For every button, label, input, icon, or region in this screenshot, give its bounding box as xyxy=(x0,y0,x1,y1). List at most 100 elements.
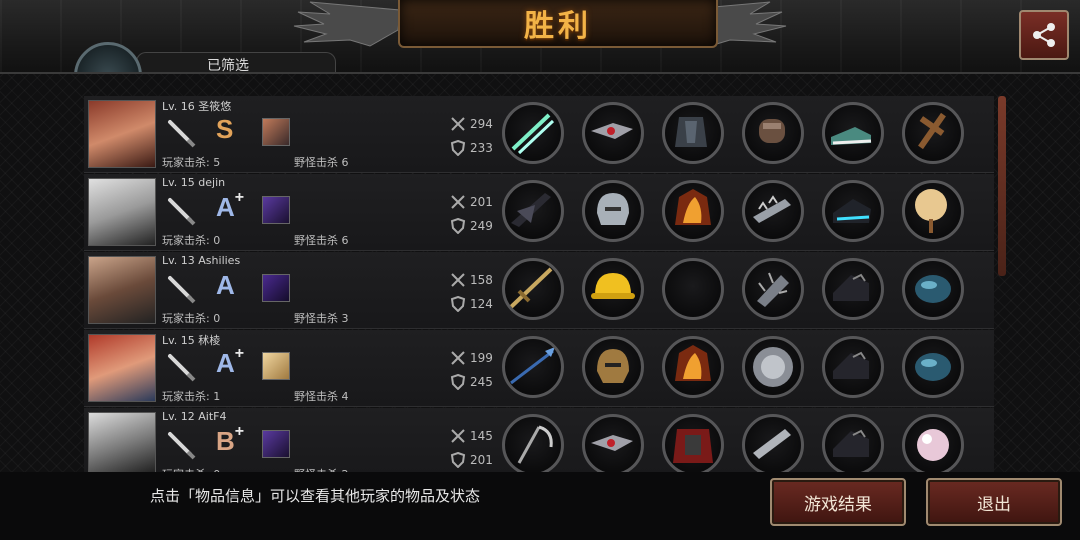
item-slot[interactable] xyxy=(822,102,884,164)
item-slot[interactable] xyxy=(742,414,804,472)
item-slot[interactable] xyxy=(582,258,644,320)
defense-value: 249 xyxy=(470,219,493,233)
item-slot[interactable] xyxy=(902,102,964,164)
player-portrait[interactable] xyxy=(88,256,156,324)
dual-energy-swords-icon xyxy=(511,113,555,155)
crossed-swords-icon xyxy=(451,429,465,443)
wooden-cross-icon xyxy=(918,112,946,150)
steel-disc-icon xyxy=(753,347,793,387)
player-level-name: Lv. 16 圣筱悠 xyxy=(162,98,231,114)
item-slot[interactable] xyxy=(662,180,724,242)
item-slot[interactable] xyxy=(502,180,564,242)
item-slot[interactable] xyxy=(822,414,884,472)
shield-icon xyxy=(450,218,466,234)
player-level-name: Lv. 13 Ashilies xyxy=(162,254,240,267)
sneakers-icon xyxy=(831,127,872,145)
left-wing-ornament xyxy=(293,1,401,47)
grade-letter: A xyxy=(216,270,235,300)
defense-stat: 245 xyxy=(450,374,493,390)
player-portrait[interactable] xyxy=(88,412,156,472)
empty-item-slot[interactable] xyxy=(662,258,724,320)
player-portrait[interactable] xyxy=(88,100,156,168)
flame-armor-icon xyxy=(675,345,711,381)
item-slot[interactable] xyxy=(902,414,964,472)
item-slot[interactable] xyxy=(662,336,724,398)
crossed-swords-icon xyxy=(451,117,465,131)
item-slot[interactable] xyxy=(502,414,564,472)
crossed-swords-icon xyxy=(451,195,465,209)
player-grade: S xyxy=(216,114,233,145)
defense-stat: 124 xyxy=(450,296,493,312)
pearl-orb-icon xyxy=(917,429,949,461)
dark-boots-icon xyxy=(833,429,869,457)
player-name: dejin xyxy=(198,176,226,189)
monster-kills: 野怪击杀 6 xyxy=(294,234,349,247)
item-slot[interactable] xyxy=(822,258,884,320)
attack-stat: 294 xyxy=(450,116,493,132)
player-row[interactable]: Lv. 13 Ashilies A 玩家击杀: 0 野怪击杀 3 158 124 xyxy=(84,252,994,329)
player-level: Lv. 13 xyxy=(162,254,195,267)
shield-icon xyxy=(450,452,466,468)
item-slot[interactable] xyxy=(502,258,564,320)
character-class-icon xyxy=(262,274,290,302)
player-list[interactable]: Lv. 16 圣筱悠 S 玩家击杀: 5 野怪击杀 6 294 233 Lv. 15 dej… xyxy=(84,96,994,472)
player-level-name: Lv. 15 秫棱 xyxy=(162,332,220,348)
defense-stat: 233 xyxy=(450,140,493,156)
blue-spear-icon xyxy=(510,347,555,385)
grade-plus: + xyxy=(234,345,245,363)
character-class-icon xyxy=(262,430,290,458)
item-slot[interactable] xyxy=(662,102,724,164)
player-grade: A+ xyxy=(216,189,244,223)
filter-tab[interactable]: 已筛选 xyxy=(136,52,336,74)
attack-value: 199 xyxy=(470,351,493,365)
item-info-hint: 点击「物品信息」可以查看其他玩家的物品及状态 xyxy=(150,487,481,505)
player-row[interactable]: Lv. 16 圣筱悠 S 玩家击杀: 5 野怪击杀 6 294 233 xyxy=(84,96,994,173)
attack-stat: 145 xyxy=(450,428,493,444)
player-level: Lv. 12 xyxy=(162,410,195,423)
player-row[interactable]: Lv. 15 dejin A+ 玩家击杀: 0 野怪击杀 6 201 249 xyxy=(84,174,994,251)
hard-hat-icon xyxy=(591,273,635,299)
player-level: Lv. 15 xyxy=(162,176,195,189)
blade-bracer-icon xyxy=(753,429,791,459)
title-banner: 胜利 xyxy=(398,0,718,48)
item-slot[interactable] xyxy=(902,258,964,320)
monster-kills: 野怪击杀 3 xyxy=(294,312,349,325)
item-slot[interactable] xyxy=(902,180,964,242)
exit-button[interactable]: 退出 xyxy=(926,478,1062,526)
item-slot[interactable] xyxy=(582,336,644,398)
player-row[interactable]: Lv. 12 AitF4B+玩家击杀: 0野怪击杀 2145201 xyxy=(84,408,994,472)
attack-value: 201 xyxy=(470,195,493,209)
player-row[interactable]: Lv. 15 秫棱 A+ 玩家击杀: 1 野怪击杀 4 199 245 xyxy=(84,330,994,407)
item-slot[interactable] xyxy=(662,414,724,472)
item-slot[interactable] xyxy=(582,414,644,472)
player-portrait[interactable] xyxy=(88,178,156,246)
defense-value: 124 xyxy=(470,297,493,311)
crossed-swords-icon xyxy=(451,273,465,287)
player-portrait[interactable] xyxy=(88,334,156,402)
character-class-icon xyxy=(262,118,290,146)
item-slot[interactable] xyxy=(742,258,804,320)
item-slot[interactable] xyxy=(822,180,884,242)
player-level-name: Lv. 15 dejin xyxy=(162,176,225,189)
attack-value: 294 xyxy=(470,117,493,131)
item-slot[interactable] xyxy=(742,180,804,242)
share-button[interactable] xyxy=(1019,10,1069,60)
game-result-button[interactable]: 游戏结果 xyxy=(770,478,906,526)
item-slot[interactable] xyxy=(582,180,644,242)
attack-stat: 158 xyxy=(450,272,493,288)
item-slot[interactable] xyxy=(582,102,644,164)
bronze-helmet-icon xyxy=(597,349,629,383)
list-scrollbar[interactable] xyxy=(998,96,1006,276)
weapon-type-icon xyxy=(168,198,196,226)
item-slot[interactable] xyxy=(502,102,564,164)
character-class-icon xyxy=(262,352,290,380)
item-slot[interactable] xyxy=(742,336,804,398)
player-grade: A xyxy=(216,270,235,301)
item-slot[interactable] xyxy=(742,102,804,164)
armor-icon xyxy=(675,117,707,147)
item-slot[interactable] xyxy=(902,336,964,398)
crossed-swords-icon xyxy=(451,351,465,365)
item-slot[interactable] xyxy=(822,336,884,398)
scythe-icon xyxy=(517,425,553,464)
item-slot[interactable] xyxy=(502,336,564,398)
